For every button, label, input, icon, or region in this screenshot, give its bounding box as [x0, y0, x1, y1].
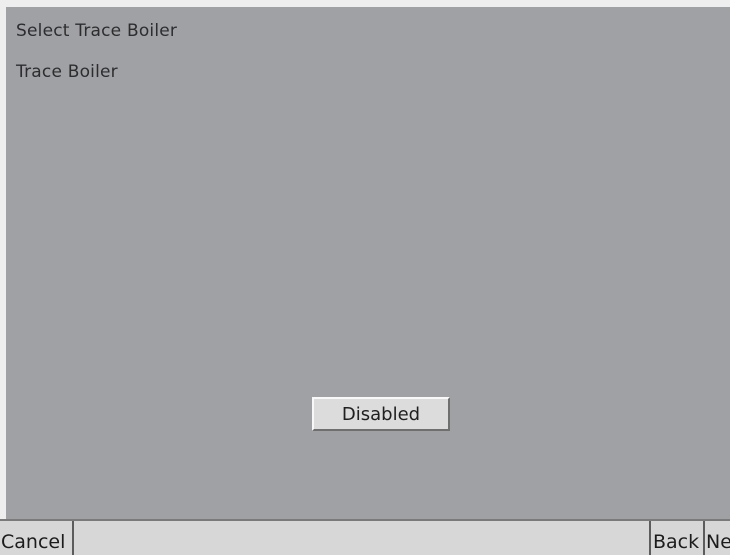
content-panel: Select Trace Boiler Trace Boiler Disable… [6, 7, 730, 519]
next-button[interactable]: Ne [705, 521, 730, 555]
back-button[interactable]: Back [649, 521, 705, 555]
trace-boiler-label: Trace Boiler [16, 62, 118, 82]
trace-boiler-toggle-button[interactable]: Disabled [312, 397, 450, 431]
app-window: Select Trace Boiler Trace Boiler Disable… [0, 0, 730, 555]
navigation-bar: Cancel Back Ne [0, 519, 730, 555]
cancel-button[interactable]: Cancel [0, 521, 74, 555]
screen-title: Select Trace Boiler [16, 21, 178, 41]
